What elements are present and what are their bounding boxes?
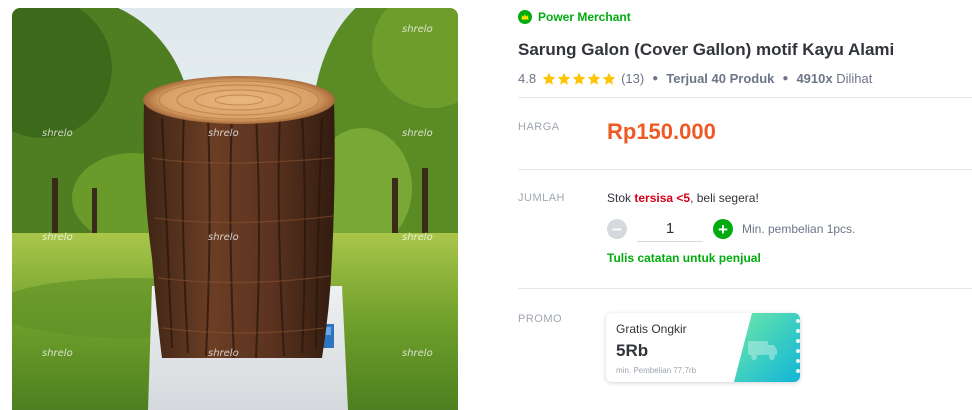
promo-coupon[interactable]: Gratis Ongkir 5Rb min. Pembelian 77,7rb bbox=[606, 313, 800, 382]
svg-text:shrelo: shrelo bbox=[402, 24, 433, 35]
quantity-input[interactable] bbox=[637, 216, 703, 242]
product-photo: shrelo shrelo shrelo shrelo shrelo shrel… bbox=[12, 8, 458, 410]
price-label: HARGA bbox=[518, 121, 560, 133]
plus-icon: + bbox=[718, 219, 728, 239]
power-merchant-label: Power Merchant bbox=[538, 10, 631, 24]
product-image[interactable]: shrelo shrelo shrelo shrelo shrelo shrel… bbox=[12, 8, 458, 410]
svg-text:shrelo: shrelo bbox=[42, 348, 73, 359]
review-count[interactable]: (13) bbox=[621, 71, 644, 86]
quantity-label: JUMLAH bbox=[518, 192, 566, 204]
stock-remaining: tersisa <5 bbox=[634, 191, 691, 205]
star-icon bbox=[557, 72, 571, 85]
svg-text:shrelo: shrelo bbox=[208, 348, 239, 359]
coupon-value: 5Rb bbox=[616, 341, 649, 360]
stock-suffix: , beli segera! bbox=[690, 191, 759, 205]
svg-text:shrelo: shrelo bbox=[42, 128, 73, 139]
divider bbox=[518, 288, 972, 289]
rating-stars bbox=[542, 72, 616, 86]
svg-text:shrelo: shrelo bbox=[402, 128, 433, 139]
divider bbox=[518, 97, 972, 98]
stock-info: Stok tersisa <5, beli segera! bbox=[607, 191, 759, 205]
svg-text:shrelo: shrelo bbox=[42, 232, 73, 243]
separator-dot: ● bbox=[782, 73, 789, 84]
decrease-quantity-button[interactable]: − bbox=[607, 219, 627, 239]
coupon-art bbox=[734, 313, 800, 382]
star-icon bbox=[572, 72, 586, 85]
rating-value: 4.8 bbox=[518, 71, 537, 86]
coupon-min-purchase: min. Pembelian 77,7rb bbox=[616, 366, 697, 375]
divider bbox=[518, 169, 972, 170]
stock-prefix: Stok bbox=[607, 191, 632, 205]
product-meta: 4.8 (13) ● Terjual 40 Produk ● 4910x Dil… bbox=[518, 71, 872, 86]
product-price: Rp150.000 bbox=[607, 119, 716, 144]
svg-text:shrelo: shrelo bbox=[208, 128, 239, 139]
star-icon bbox=[587, 72, 601, 85]
svg-text:shrelo: shrelo bbox=[208, 232, 239, 243]
write-note-link[interactable]: Tulis catatan untuk penjual bbox=[607, 251, 761, 265]
increase-quantity-button[interactable]: + bbox=[713, 219, 733, 239]
product-title: Sarung Galon (Cover Gallon) motif Kayu A… bbox=[518, 40, 895, 59]
power-merchant-icon bbox=[518, 10, 532, 24]
sold-count: Terjual 40 Produk bbox=[666, 71, 775, 86]
star-icon bbox=[542, 72, 556, 85]
coupon-name: Gratis Ongkir bbox=[616, 322, 687, 336]
separator-dot: ● bbox=[652, 73, 659, 84]
star-icon bbox=[602, 72, 616, 85]
svg-text:shrelo: shrelo bbox=[402, 348, 433, 359]
svg-text:shrelo: shrelo bbox=[402, 232, 433, 243]
min-purchase-text: Min. pembelian 1pcs. bbox=[742, 222, 856, 236]
promo-label: PROMO bbox=[518, 313, 563, 325]
minus-icon: − bbox=[612, 219, 622, 239]
view-count: 4910x bbox=[796, 71, 833, 86]
view-label: Dilihat bbox=[836, 71, 873, 86]
power-merchant-badge: Power Merchant bbox=[518, 10, 631, 24]
quantity-stepper: − + Min. pembelian 1pcs. bbox=[607, 216, 855, 242]
